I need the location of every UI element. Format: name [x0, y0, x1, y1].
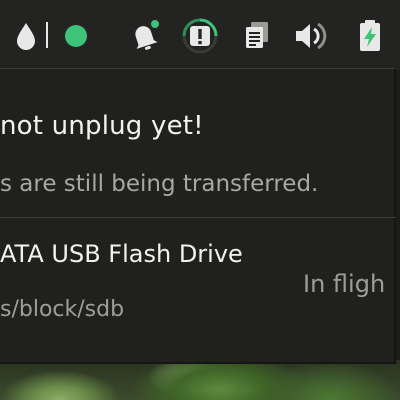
clipboard-icon[interactable]: [236, 16, 276, 56]
device-status-label: In fligh: [303, 270, 386, 298]
transfer-status-message: s are still being transferred.: [0, 171, 319, 197]
device-name-label[interactable]: ATA USB Flash Drive: [0, 240, 243, 268]
popup-divider: [0, 217, 396, 218]
device-notifier-popup: not unplug yet! s are still being transf…: [0, 68, 396, 364]
unplug-warning-title: not unplug yet!: [0, 111, 204, 141]
tray-separator: [46, 22, 48, 48]
water-drop-icon[interactable]: [6, 16, 46, 56]
system-tray-panel: [0, 0, 400, 70]
device-path-label: s/block/sdb: [0, 297, 125, 322]
volume-icon[interactable]: [290, 16, 330, 56]
status-dot-icon[interactable]: [56, 16, 96, 56]
desktop-wallpaper: [0, 360, 400, 400]
battery-charging-icon[interactable]: [350, 16, 390, 56]
notification-bell-icon[interactable]: [124, 16, 164, 56]
notification-badge-icon: [151, 20, 159, 28]
device-notifier-icon[interactable]: [180, 16, 220, 56]
screen: not unplug yet! s are still being transf…: [0, 0, 400, 400]
